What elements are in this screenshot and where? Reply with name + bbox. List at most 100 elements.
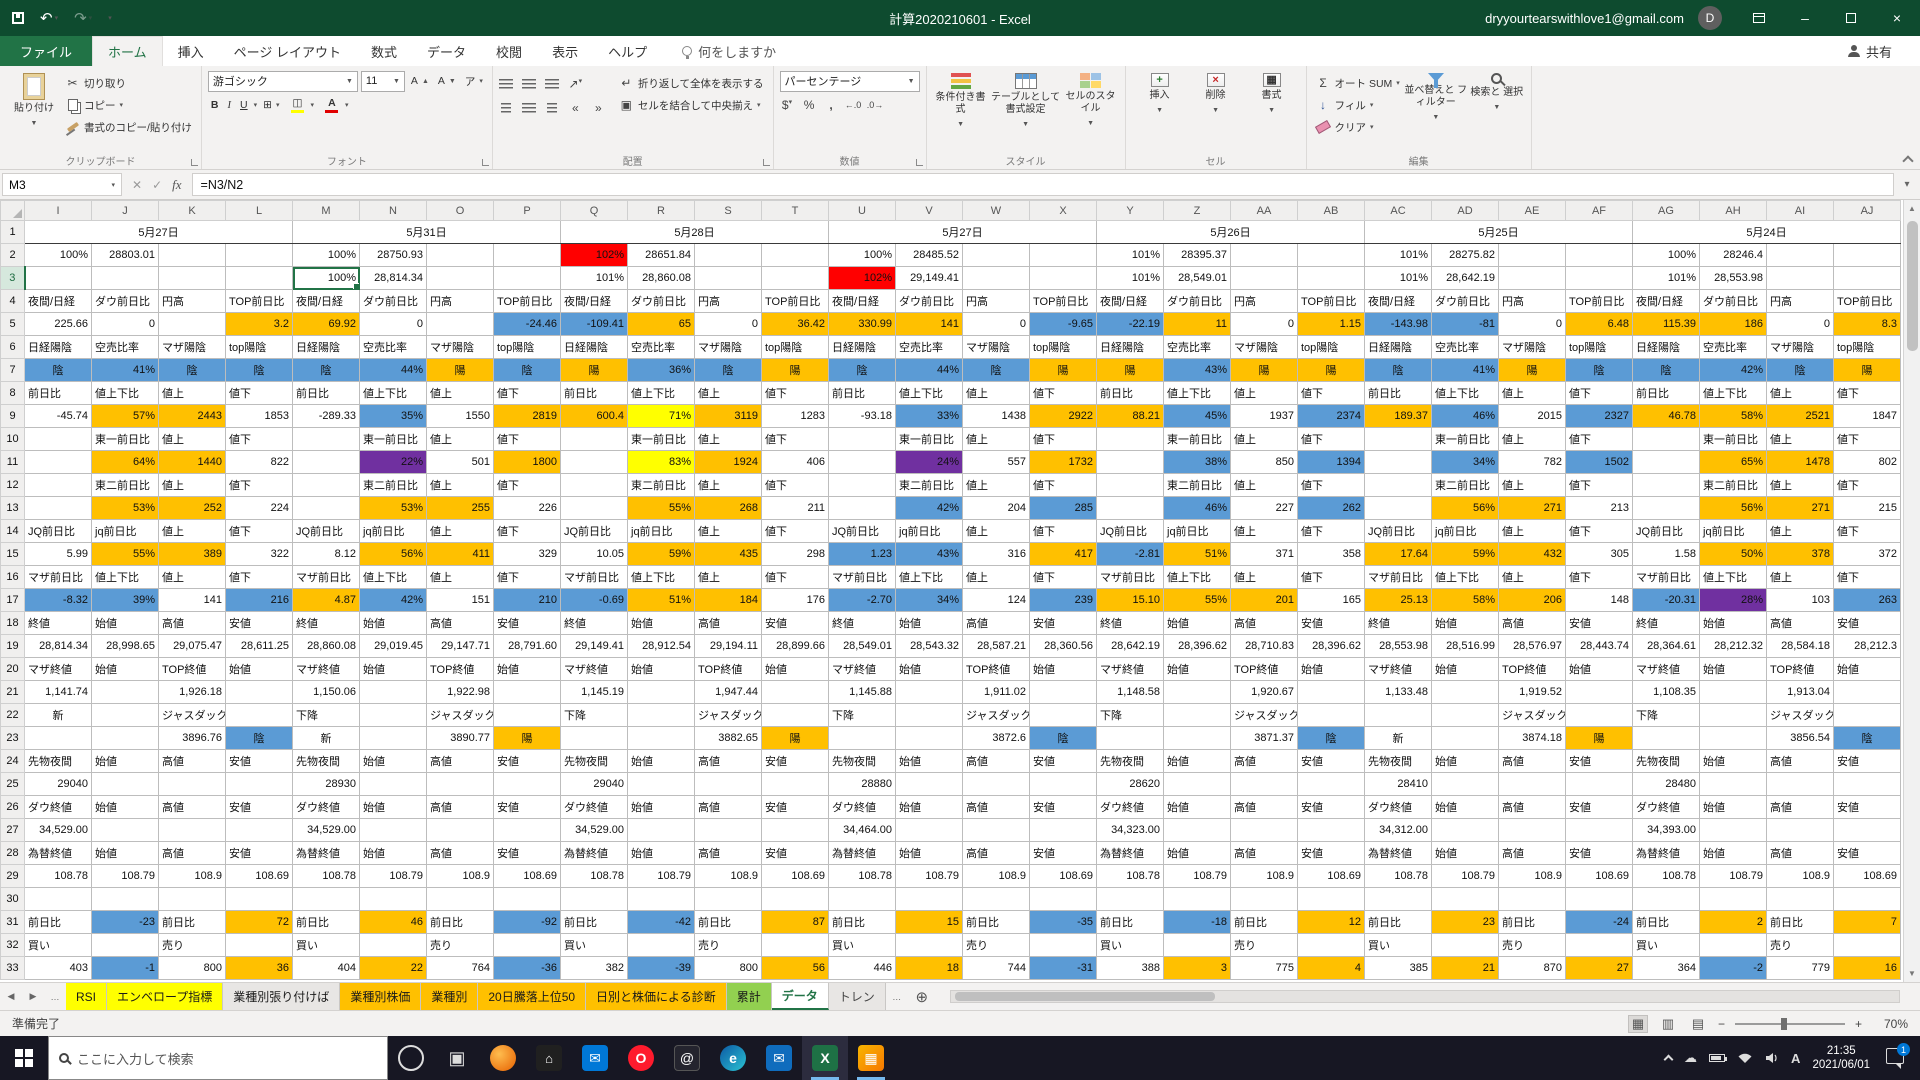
cell-Z26[interactable]: 始値 <box>1164 796 1231 819</box>
cell-V25[interactable] <box>896 773 963 796</box>
cell-S10[interactable]: 値上 <box>695 428 762 451</box>
sheet-tab-エンベロープ指標[interactable]: エンベロープ指標 <box>107 983 223 1010</box>
cell-AJ23[interactable]: 陰 <box>1834 727 1901 750</box>
cell-L7[interactable]: 陰 <box>226 359 293 382</box>
cell-Y2[interactable]: 101% <box>1097 244 1164 267</box>
cell-I25[interactable]: 29040 <box>25 773 92 796</box>
decrease-font-icon[interactable]: A▼ <box>435 70 459 92</box>
cell-AI29[interactable]: 108.9 <box>1767 865 1834 888</box>
cell-S11[interactable]: 1924 <box>695 451 762 474</box>
minimize-button[interactable]: – <box>1782 0 1828 36</box>
cell-AD17[interactable]: 58% <box>1432 589 1499 612</box>
cell-Z23[interactable] <box>1164 727 1231 750</box>
cell-V21[interactable] <box>896 681 963 704</box>
cell-M22[interactable]: 下降 <box>293 704 360 727</box>
cell-AD7[interactable]: 41% <box>1432 359 1499 382</box>
cell-U14[interactable]: JQ前日比 <box>829 520 896 543</box>
cell-R10[interactable]: 東一前日比 <box>628 428 695 451</box>
cell-R31[interactable]: -42 <box>628 911 695 934</box>
cell-AH5[interactable]: 186 <box>1700 313 1767 336</box>
cell-T11[interactable]: 406 <box>762 451 829 474</box>
cell-V22[interactable] <box>896 704 963 727</box>
cell-N7[interactable]: 44% <box>360 359 427 382</box>
cell-AA33[interactable]: 775 <box>1231 957 1298 980</box>
cell-AJ26[interactable]: 安値 <box>1834 796 1901 819</box>
cell-AA25[interactable] <box>1231 773 1298 796</box>
cell-M33[interactable]: 404 <box>293 957 360 980</box>
cell-W25[interactable] <box>963 773 1030 796</box>
cell-AG24[interactable]: 先物夜間 <box>1633 750 1700 773</box>
cell-U31[interactable]: 前日比 <box>829 911 896 934</box>
cell-O12[interactable]: 値上 <box>427 474 494 497</box>
cell-AC24[interactable]: 先物夜間 <box>1365 750 1432 773</box>
cell-T6[interactable]: top陽陰 <box>762 336 829 359</box>
cell-K25[interactable] <box>159 773 226 796</box>
cell-O30[interactable] <box>427 888 494 911</box>
cell-K27[interactable] <box>159 819 226 842</box>
cell-S31[interactable]: 前日比 <box>695 911 762 934</box>
cell-AH28[interactable]: 始値 <box>1700 842 1767 865</box>
cell-W18[interactable]: 高値 <box>963 612 1030 635</box>
cell-AF6[interactable]: top陽陰 <box>1566 336 1633 359</box>
cell-X28[interactable]: 安値 <box>1030 842 1097 865</box>
cell-AA7[interactable]: 陽 <box>1231 359 1298 382</box>
volume-icon[interactable] <box>1765 1052 1779 1064</box>
format-painter-button[interactable]: 書式のコピー/貼り付け <box>62 116 195 138</box>
cell-S23[interactable]: 3882.65 <box>695 727 762 750</box>
cell-AJ13[interactable]: 215 <box>1834 497 1901 520</box>
cell-P23[interactable]: 陽 <box>494 727 561 750</box>
cell-V32[interactable] <box>896 934 963 957</box>
font-color-icon[interactable]: A▾ <box>320 94 352 116</box>
cell-Z32[interactable] <box>1164 934 1231 957</box>
cell-R17[interactable]: 51% <box>628 589 695 612</box>
cell-J3[interactable] <box>92 267 159 290</box>
cell-AE13[interactable]: 271 <box>1499 497 1566 520</box>
decrease-decimal-icon[interactable]: .0→ <box>868 100 883 110</box>
cell-Z8[interactable]: 値上下比 <box>1164 382 1231 405</box>
save-icon[interactable] <box>12 12 24 24</box>
cell-AH2[interactable]: 28246.4 <box>1700 244 1767 267</box>
cell-AB7[interactable]: 陽 <box>1298 359 1365 382</box>
cell-Q9[interactable]: 600.4 <box>561 405 628 428</box>
merge-center-button[interactable]: ▣セルを結合して中央揃え▾ <box>616 94 767 116</box>
scroll-up-icon[interactable]: ▲ <box>1908 200 1916 217</box>
cell-AF7[interactable]: 陰 <box>1566 359 1633 382</box>
cell-I6[interactable]: 日経陽陰 <box>25 336 92 359</box>
cell-AB27[interactable] <box>1298 819 1365 842</box>
cell-AH30[interactable] <box>1700 888 1767 911</box>
cell-Y4[interactable]: 夜間/日経 <box>1097 290 1164 313</box>
cell-M1[interactable]: 5月31日 <box>293 221 561 244</box>
cell-AJ31[interactable]: 7 <box>1834 911 1901 934</box>
cell-AB12[interactable]: 値下 <box>1298 474 1365 497</box>
cell-AF30[interactable] <box>1566 888 1633 911</box>
cell-I20[interactable]: マザ終値 <box>25 658 92 681</box>
cell-U11[interactable] <box>829 451 896 474</box>
battery-icon[interactable] <box>1709 1054 1725 1062</box>
cell-N15[interactable]: 56% <box>360 543 427 566</box>
taskbar-app-task-view-icon[interactable]: ▣ <box>434 1036 480 1080</box>
cell-Y11[interactable] <box>1097 451 1164 474</box>
column-header-Z[interactable]: Z <box>1164 201 1231 221</box>
cell-N9[interactable]: 35% <box>360 405 427 428</box>
cell-M13[interactable] <box>293 497 360 520</box>
cell-I16[interactable]: マザ前日比 <box>25 566 92 589</box>
cell-K32[interactable]: 売り <box>159 934 226 957</box>
cell-M8[interactable]: 前日比 <box>293 382 360 405</box>
cell-J27[interactable] <box>92 819 159 842</box>
currency-format-icon[interactable]: $▾ <box>780 98 795 112</box>
cell-AC15[interactable]: 17.64 <box>1365 543 1432 566</box>
cell-S28[interactable]: 高値 <box>695 842 762 865</box>
cell-X13[interactable]: 285 <box>1030 497 1097 520</box>
cell-Y8[interactable]: 前日比 <box>1097 382 1164 405</box>
cell-Z9[interactable]: 45% <box>1164 405 1231 428</box>
cell-AE16[interactable]: 値上 <box>1499 566 1566 589</box>
taskbar-app-mail-icon[interactable]: ✉ <box>572 1036 618 1080</box>
cell-AD27[interactable] <box>1432 819 1499 842</box>
cell-AF2[interactable] <box>1566 244 1633 267</box>
cell-AA20[interactable]: TOP終値 <box>1231 658 1298 681</box>
sheet-tab-日別と株価による診断[interactable]: 日別と株価による診断 <box>586 983 727 1010</box>
cell-T7[interactable]: 陽 <box>762 359 829 382</box>
cell-O15[interactable]: 411 <box>427 543 494 566</box>
cell-AH27[interactable] <box>1700 819 1767 842</box>
taskbar-app-edge-icon[interactable]: e <box>710 1036 756 1080</box>
